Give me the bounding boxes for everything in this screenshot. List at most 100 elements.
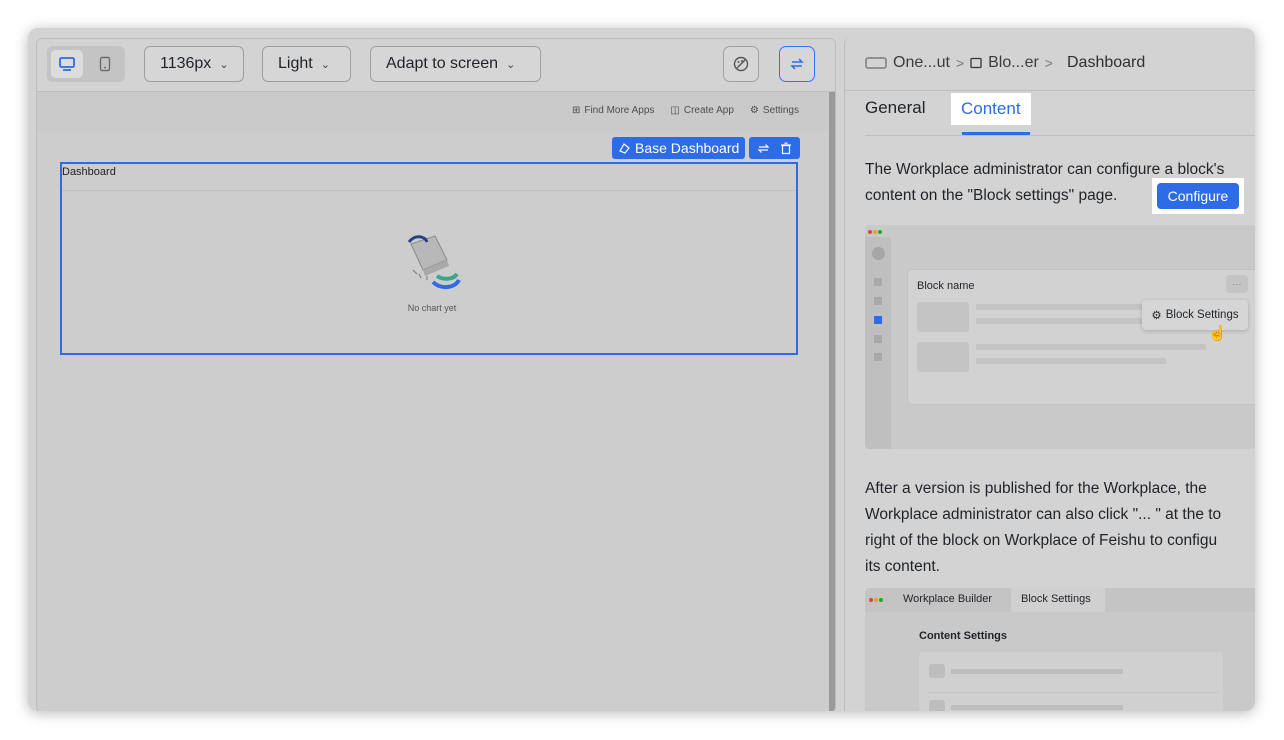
placeholder bbox=[917, 342, 969, 372]
theme-select[interactable]: Light ⌄ bbox=[262, 46, 351, 82]
window-dot bbox=[879, 598, 883, 602]
empty-chart-illustration bbox=[407, 235, 461, 289]
chevron-right-icon: > bbox=[955, 55, 965, 71]
dashboard-title: Dashboard bbox=[62, 166, 116, 178]
preview-block-settings-menu: ⚙ Block Settings bbox=[1142, 300, 1248, 330]
vertical-scrollbar[interactable] bbox=[829, 92, 835, 711]
placeholder bbox=[917, 302, 969, 332]
description2-line-2: Workplace administrator can also click "… bbox=[865, 506, 1222, 523]
properties-panel: One...ut > Blo...er > Dashboard General … bbox=[844, 38, 1255, 711]
swap-icon[interactable] bbox=[757, 142, 770, 155]
block-badges: Base Dashboard bbox=[612, 137, 801, 159]
window-dot bbox=[874, 598, 878, 602]
hand-cursor-icon: ☝ bbox=[1208, 325, 1227, 342]
preview-pane: 1136px ⌄ Light ⌄ Adapt to screen ⌄ ⊞ Find bbox=[36, 38, 836, 711]
tab-content[interactable]: Content bbox=[951, 93, 1031, 125]
chevron-down-icon: ⌄ bbox=[506, 58, 516, 71]
placeholder bbox=[951, 669, 1123, 674]
description2-line-1: After a version is published for the Wor… bbox=[865, 480, 1207, 497]
settings-label: Settings bbox=[762, 105, 799, 116]
find-more-apps-link[interactable]: ⊞ Find More Apps bbox=[572, 105, 654, 116]
create-app-label: Create App bbox=[683, 105, 734, 116]
chevron-down-icon: ⌄ bbox=[320, 58, 330, 71]
gear-icon: ⚙ bbox=[749, 105, 759, 116]
block-settings-preview: Block name ··· ⚙ Block Settings ☝ bbox=[865, 225, 1255, 449]
app-window: 1136px ⌄ Light ⌄ Adapt to screen ⌄ ⊞ Find bbox=[28, 28, 1255, 711]
breadcrumb: One...ut > Blo...er > Dashboard bbox=[865, 54, 1145, 72]
breadcrumb-item-1[interactable]: One...ut bbox=[893, 54, 950, 72]
theme-select-label: Light bbox=[278, 55, 313, 72]
empty-state: No chart yet bbox=[392, 230, 472, 313]
app-header: ⊞ Find More Apps ◫ Create App ⚙ Settings bbox=[37, 92, 827, 132]
workplace-builder-preview: Workplace Builder Block Settings Content… bbox=[865, 588, 1255, 711]
base-dashboard-label: Base Dashboard bbox=[635, 140, 740, 156]
create-app-link[interactable]: ◫ Create App bbox=[670, 105, 734, 116]
breadcrumb-current: Dashboard bbox=[1066, 54, 1146, 71]
find-more-apps-label: Find More Apps bbox=[584, 105, 655, 116]
description-line-2: content on the "Block settings" page. bbox=[865, 187, 1118, 204]
empty-state-text: No chart yet bbox=[407, 303, 457, 313]
placeholder bbox=[929, 700, 945, 711]
configure-button[interactable]: Configure bbox=[1157, 183, 1239, 209]
desktop-view-button[interactable] bbox=[51, 50, 83, 78]
avatar bbox=[872, 247, 885, 260]
window-dot bbox=[873, 230, 877, 234]
tab-general[interactable]: General bbox=[865, 98, 925, 118]
preview-block-card: Block name ··· ⚙ Block Settings ☝ bbox=[907, 269, 1255, 405]
breadcrumb-item-2[interactable]: Blo...er bbox=[988, 54, 1039, 72]
block-icon bbox=[970, 57, 982, 69]
palette-icon bbox=[733, 56, 749, 72]
base-dashboard-badge[interactable]: Base Dashboard bbox=[612, 137, 746, 159]
description2-line-4: its content. bbox=[865, 558, 940, 575]
nav-icon bbox=[874, 353, 882, 361]
preview-sidebar bbox=[865, 237, 891, 449]
dashboard-block[interactable]: Dashboard No chart yet bbox=[60, 162, 798, 355]
preview-content-settings: Content Settings bbox=[919, 630, 1007, 642]
preview-canvas: ⊞ Find More Apps ◫ Create App ⚙ Settings Ba… bbox=[37, 92, 835, 711]
width-select-label: 1136px bbox=[160, 55, 212, 72]
divider bbox=[845, 90, 1255, 91]
chevron-down-icon: ⌄ bbox=[219, 58, 229, 71]
divider bbox=[929, 692, 1219, 693]
preview-toolbar: 1136px ⌄ Light ⌄ Adapt to screen ⌄ bbox=[37, 39, 835, 92]
divider bbox=[62, 190, 796, 191]
placeholder bbox=[929, 664, 945, 678]
switch-button[interactable] bbox=[779, 46, 815, 82]
placeholder bbox=[976, 344, 1206, 350]
header-links: ⊞ Find More Apps ◫ Create App ⚙ Settings bbox=[572, 105, 799, 116]
monitor-icon bbox=[59, 57, 75, 71]
preview-tab-workplace-builder: Workplace Builder bbox=[903, 593, 993, 605]
apps-icon: ⊞ bbox=[571, 105, 581, 116]
nav-icon bbox=[874, 335, 882, 343]
device-toggle bbox=[47, 46, 125, 82]
adapt-select[interactable]: Adapt to screen ⌄ bbox=[370, 46, 541, 82]
preview-settings-card bbox=[919, 652, 1223, 711]
gear-icon: ⚙ bbox=[1151, 310, 1162, 322]
dashboard-icon bbox=[619, 142, 630, 154]
apps-icon bbox=[874, 316, 882, 324]
create-app-icon: ◫ bbox=[670, 105, 680, 116]
placeholder bbox=[976, 358, 1166, 364]
more-icon: ··· bbox=[1226, 275, 1248, 293]
trash-icon[interactable] bbox=[780, 142, 792, 155]
preview-block-settings-label: Block Settings bbox=[1165, 309, 1239, 321]
page-icon bbox=[865, 57, 887, 69]
phone-icon bbox=[99, 56, 111, 72]
chevron-right-icon: > bbox=[1044, 55, 1053, 71]
window-dot bbox=[878, 230, 882, 234]
mobile-view-button[interactable] bbox=[89, 50, 121, 78]
divider bbox=[865, 135, 1255, 136]
window-dot bbox=[869, 598, 873, 602]
description2-line-3: right of the block on Workplace of Feish… bbox=[865, 532, 1218, 549]
swap-icon bbox=[790, 58, 804, 70]
nav-icon bbox=[874, 278, 882, 286]
placeholder bbox=[976, 318, 1166, 324]
preview-block-name: Block name bbox=[917, 280, 975, 292]
configure-highlight: Configure bbox=[1152, 178, 1244, 214]
adapt-select-label: Adapt to screen bbox=[386, 55, 499, 72]
window-dot bbox=[868, 230, 872, 234]
theme-style-button[interactable] bbox=[723, 46, 759, 82]
width-select[interactable]: 1136px ⌄ bbox=[144, 46, 244, 82]
settings-link[interactable]: ⚙ Settings bbox=[750, 105, 799, 116]
block-actions bbox=[749, 137, 801, 159]
